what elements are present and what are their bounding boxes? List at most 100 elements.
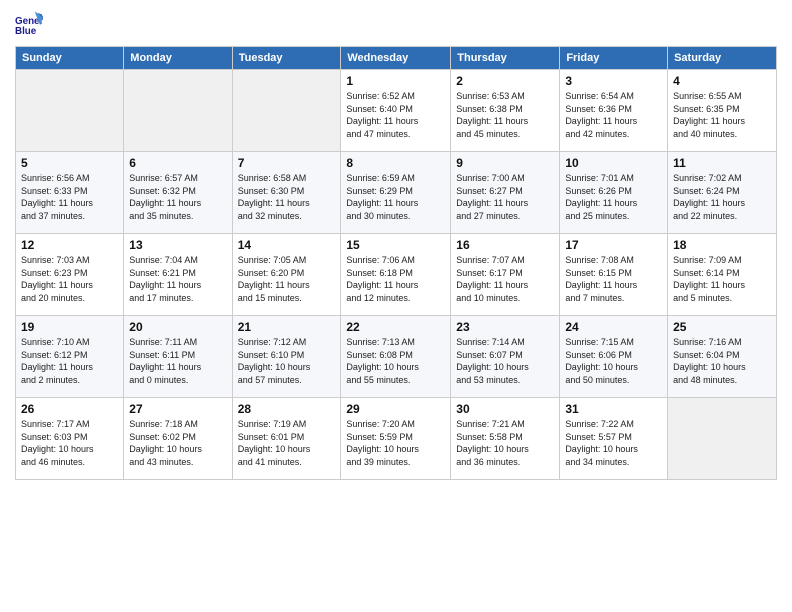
calendar-cell: 28 Sunrise: 7:19 AMSunset: 6:01 PMDayligh… [232,398,341,480]
day-info: Sunrise: 7:16 AMSunset: 6:04 PMDaylight:… [673,336,771,386]
calendar-cell: 10 Sunrise: 7:01 AMSunset: 6:26 PMDayligh… [560,152,668,234]
day-number: 17 [565,238,662,252]
day-info: Sunrise: 7:03 AMSunset: 6:23 PMDaylight:… [21,254,118,304]
day-number: 13 [129,238,226,252]
calendar-cell: 22Sunrise: 7:13 AMSunset: 6:08 PMDayligh… [341,316,451,398]
weekday-header-wednesday: Wednesday [341,47,451,70]
day-number: 26 [21,402,118,416]
weekday-header-tuesday: Tuesday [232,47,341,70]
day-info: Sunrise: 7:04 AMSunset: 6:21 PMDaylight:… [129,254,226,304]
day-number: 28 [238,402,336,416]
day-number: 31 [565,402,662,416]
day-info: Sunrise: 7:07 AMSunset: 6:17 PMDaylight:… [456,254,554,304]
weekday-header-monday: Monday [124,47,232,70]
day-info: Sunrise: 7:22 AMSunset: 5:57 PMDaylight:… [565,418,662,468]
calendar-cell: 1 Sunrise: 6:52 AMSunset: 6:40 PMDaylight… [341,70,451,152]
weekday-header-saturday: Saturday [668,47,777,70]
calendar-cell: 20 Sunrise: 7:11 AMSunset: 6:11 PMDayligh… [124,316,232,398]
calendar-cell: 29 Sunrise: 7:20 AMSunset: 5:59 PMDayligh… [341,398,451,480]
day-info: Sunrise: 7:09 AMSunset: 6:14 PMDaylight:… [673,254,771,304]
calendar-cell: 11 Sunrise: 7:02 AMSunset: 6:24 PMDayligh… [668,152,777,234]
day-number: 3 [565,74,662,88]
weekday-header-friday: Friday [560,47,668,70]
calendar-cell: 4 Sunrise: 6:55 AMSunset: 6:35 PMDaylight… [668,70,777,152]
day-number: 6 [129,156,226,170]
day-number: 7 [238,156,336,170]
day-info: Sunrise: 6:54 AMSunset: 6:36 PMDaylight:… [565,90,662,140]
day-number: 10 [565,156,662,170]
calendar-cell: 5 Sunrise: 6:56 AMSunset: 6:33 PMDaylight… [16,152,124,234]
day-number: 19 [21,320,118,334]
calendar-cell: 24Sunrise: 7:15 AMSunset: 6:06 PMDayligh… [560,316,668,398]
calendar-cell: 18Sunrise: 7:09 AMSunset: 6:14 PMDayligh… [668,234,777,316]
day-number: 29 [346,402,445,416]
weekday-header-thursday: Thursday [451,47,560,70]
day-info: Sunrise: 7:01 AMSunset: 6:26 PMDaylight:… [565,172,662,222]
day-info: Sunrise: 7:14 AMSunset: 6:07 PMDaylight:… [456,336,554,386]
day-info: Sunrise: 7:08 AMSunset: 6:15 PMDaylight:… [565,254,662,304]
day-info: Sunrise: 7:11 AMSunset: 6:11 PMDaylight:… [129,336,226,386]
calendar-cell: 13 Sunrise: 7:04 AMSunset: 6:21 PMDayligh… [124,234,232,316]
day-number: 11 [673,156,771,170]
day-info: Sunrise: 7:10 AMSunset: 6:12 PMDaylight:… [21,336,118,386]
day-number: 14 [238,238,336,252]
day-number: 5 [21,156,118,170]
day-info: Sunrise: 6:56 AMSunset: 6:33 PMDaylight:… [21,172,118,222]
day-number: 25 [673,320,771,334]
day-number: 21 [238,320,336,334]
calendar-cell: 6 Sunrise: 6:57 AMSunset: 6:32 PMDaylight… [124,152,232,234]
calendar-cell: 26 Sunrise: 7:17 AMSunset: 6:03 PMDayligh… [16,398,124,480]
day-number: 1 [346,74,445,88]
day-info: Sunrise: 7:02 AMSunset: 6:24 PMDaylight:… [673,172,771,222]
day-info: Sunrise: 6:59 AMSunset: 6:29 PMDaylight:… [346,172,445,222]
calendar-cell: 25 Sunrise: 7:16 AMSunset: 6:04 PMDayligh… [668,316,777,398]
calendar-cell: 15 Sunrise: 7:06 AMSunset: 6:18 PMDayligh… [341,234,451,316]
day-info: Sunrise: 7:12 AMSunset: 6:10 PMDaylight:… [238,336,336,386]
day-number: 4 [673,74,771,88]
day-info: Sunrise: 6:52 AMSunset: 6:40 PMDaylight:… [346,90,445,140]
day-number: 16 [456,238,554,252]
calendar-cell: 14 Sunrise: 7:05 AMSunset: 6:20 PMDayligh… [232,234,341,316]
calendar-cell [232,70,341,152]
day-info: Sunrise: 6:58 AMSunset: 6:30 PMDaylight:… [238,172,336,222]
calendar-cell: 30Sunrise: 7:21 AMSunset: 5:58 PMDayligh… [451,398,560,480]
calendar-cell [16,70,124,152]
calendar-cell: 8Sunrise: 6:59 AMSunset: 6:29 PMDaylight… [341,152,451,234]
weekday-header-sunday: Sunday [16,47,124,70]
day-info: Sunrise: 7:21 AMSunset: 5:58 PMDaylight:… [456,418,554,468]
calendar-cell: 12 Sunrise: 7:03 AMSunset: 6:23 PMDayligh… [16,234,124,316]
day-number: 27 [129,402,226,416]
day-info: Sunrise: 6:57 AMSunset: 6:32 PMDaylight:… [129,172,226,222]
calendar-cell: 21 Sunrise: 7:12 AMSunset: 6:10 PMDayligh… [232,316,341,398]
day-number: 15 [346,238,445,252]
day-info: Sunrise: 6:53 AMSunset: 6:38 PMDaylight:… [456,90,554,140]
day-info: Sunrise: 7:15 AMSunset: 6:06 PMDaylight:… [565,336,662,386]
day-number: 12 [21,238,118,252]
calendar-cell: 9 Sunrise: 7:00 AMSunset: 6:27 PMDaylight… [451,152,560,234]
day-info: Sunrise: 7:13 AMSunset: 6:08 PMDaylight:… [346,336,445,386]
day-info: Sunrise: 7:18 AMSunset: 6:02 PMDaylight:… [129,418,226,468]
day-info: Sunrise: 6:55 AMSunset: 6:35 PMDaylight:… [673,90,771,140]
calendar-cell [124,70,232,152]
day-info: Sunrise: 7:19 AMSunset: 6:01 PMDaylight:… [238,418,336,468]
calendar-cell: 23 Sunrise: 7:14 AMSunset: 6:07 PMDayligh… [451,316,560,398]
calendar-cell: 27 Sunrise: 7:18 AMSunset: 6:02 PMDayligh… [124,398,232,480]
day-number: 20 [129,320,226,334]
calendar: SundayMondayTuesdayWednesdayThursdayFrid… [15,46,777,480]
day-number: 23 [456,320,554,334]
calendar-cell: 7 Sunrise: 6:58 AMSunset: 6:30 PMDaylight… [232,152,341,234]
day-number: 2 [456,74,554,88]
day-info: Sunrise: 7:17 AMSunset: 6:03 PMDaylight:… [21,418,118,468]
calendar-cell: 31 Sunrise: 7:22 AMSunset: 5:57 PMDayligh… [560,398,668,480]
day-info: Sunrise: 7:06 AMSunset: 6:18 PMDaylight:… [346,254,445,304]
calendar-cell [668,398,777,480]
day-info: Sunrise: 7:00 AMSunset: 6:27 PMDaylight:… [456,172,554,222]
day-info: Sunrise: 7:20 AMSunset: 5:59 PMDaylight:… [346,418,445,468]
calendar-cell: 2 Sunrise: 6:53 AMSunset: 6:38 PMDaylight… [451,70,560,152]
day-number: 9 [456,156,554,170]
svg-text:Blue: Blue [15,26,37,37]
calendar-cell: 3 Sunrise: 6:54 AMSunset: 6:36 PMDaylight… [560,70,668,152]
calendar-cell: 17 Sunrise: 7:08 AMSunset: 6:15 PMDayligh… [560,234,668,316]
calendar-cell: 16 Sunrise: 7:07 AMSunset: 6:17 PMDayligh… [451,234,560,316]
day-info: Sunrise: 7:05 AMSunset: 6:20 PMDaylight:… [238,254,336,304]
